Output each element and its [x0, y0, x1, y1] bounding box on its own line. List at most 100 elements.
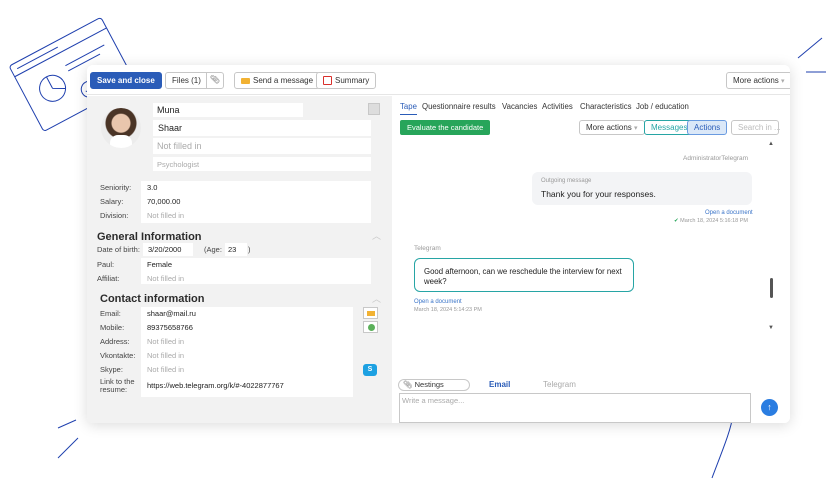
paperclip-icon: 📎︎: [205, 72, 223, 89]
feed-more-actions-label: More actions: [586, 123, 632, 132]
message-input-placeholder: Write a message...: [402, 396, 465, 405]
general-information-title: General Information: [97, 231, 202, 243]
incoming-message-line2: week?: [424, 277, 447, 286]
send-message-label: Send a message: [253, 76, 314, 85]
feed-panel: Tape Questionnaire results Vacancies Act…: [394, 96, 790, 423]
summary-button[interactable]: Summary: [316, 72, 377, 89]
toolbar: Save and close Files (1) 📎︎ Send a messa…: [87, 65, 790, 95]
incoming-message-bubble: Good afternoon, can we reschedule the in…: [414, 258, 634, 292]
vkontakte-label: Vkontakte:: [100, 351, 136, 360]
seniority-value[interactable]: 3.0: [147, 183, 157, 192]
tab-telegram[interactable]: Telegram: [543, 380, 576, 389]
mail-icon[interactable]: [363, 307, 378, 319]
files-label: Files (1): [172, 76, 201, 85]
middle-name-placeholder: Not filled in: [157, 141, 202, 151]
more-actions-button[interactable]: More actions ▾: [726, 72, 790, 89]
age-field: 23: [225, 243, 247, 256]
resume-label-line2: resume:: [100, 385, 128, 394]
age-label: (Age:: [204, 245, 222, 254]
outgoing-time: March 18, 2024 5:16:18 PM: [680, 218, 749, 224]
chevron-down-icon: ▾: [634, 125, 638, 132]
message-sender-telegram: Telegram: [414, 245, 441, 252]
tab-activities[interactable]: Activities: [542, 102, 573, 111]
address-value[interactable]: Not filled in: [147, 337, 184, 346]
feed-search-input[interactable]: Search in ...: [731, 120, 781, 135]
composer: 📎︎ Nestings Email Telegram Write a messa…: [394, 376, 790, 423]
edit-icon[interactable]: [368, 103, 380, 115]
chevron-up-icon[interactable]: ︿: [372, 292, 381, 305]
first-name-value: Muna: [157, 105, 180, 115]
age-value: 23: [228, 245, 237, 254]
summary-label: Summary: [335, 76, 370, 85]
actions-toggle[interactable]: Actions: [687, 120, 728, 135]
vkontakte-value[interactable]: Not filled in: [147, 351, 184, 360]
email-value[interactable]: shaar@mail.ru: [147, 309, 196, 318]
division-label: Division:: [100, 211, 129, 220]
message-feed[interactable]: ▲ ▼ AdministratorTelegram Outgoing messa…: [394, 141, 790, 376]
scroll-down-icon[interactable]: ▼: [768, 325, 774, 331]
resume-link[interactable]: https://web.telegram.org/k/#-4022877767: [147, 381, 284, 390]
resume-label: Link to the resume:: [100, 378, 135, 394]
pdf-icon: [323, 76, 332, 86]
skype-label: Skype:: [100, 365, 123, 374]
last-name-value: Shaar: [158, 123, 183, 133]
save-and-close-button[interactable]: Save and close: [90, 72, 162, 89]
arrow-up-icon: ↑: [767, 402, 772, 412]
incoming-message-line1: Good afternoon, can we reschedule the in…: [424, 267, 622, 276]
last-name-field[interactable]: Shaar: [153, 120, 371, 136]
contact-information-title: Contact information: [100, 293, 205, 305]
open-document-link[interactable]: Open a document: [705, 210, 753, 216]
mobile-label: Mobile:: [100, 323, 125, 332]
dob-label: Date of birth:: [97, 245, 140, 254]
salary-value[interactable]: 70,000.00: [147, 197, 180, 206]
position-field[interactable]: Psychologist: [153, 157, 371, 171]
dob-field[interactable]: 3/20/2000: [143, 243, 193, 256]
paperclip-icon: 📎︎: [403, 380, 415, 389]
nestings-label: Nestings: [414, 380, 444, 389]
seniority-label: Seniority:: [100, 183, 132, 192]
skype-icon[interactable]: S: [363, 364, 377, 376]
nestings-button[interactable]: 📎︎ Nestings: [398, 379, 470, 391]
email-label: Email:: [100, 309, 121, 318]
message-sender-administrator: AdministratorTelegram: [683, 155, 749, 162]
candidate-card: Save and close Files (1) 📎︎ Send a messa…: [87, 65, 790, 423]
scroll-up-icon[interactable]: ▲: [768, 141, 774, 147]
message-status: ✔ March 18, 2024 5:16:18 PM: [674, 218, 748, 224]
address-label: Address:: [100, 337, 130, 346]
division-value[interactable]: Not filled in: [147, 211, 184, 220]
open-document-link[interactable]: Open a document: [414, 299, 462, 305]
scrollbar-thumb[interactable]: [770, 278, 773, 298]
tab-email[interactable]: Email: [489, 380, 510, 389]
tab-questionnaire-results[interactable]: Questionnaire results: [422, 102, 496, 111]
chevron-up-icon[interactable]: ︿: [372, 229, 381, 242]
evaluate-candidate-button[interactable]: Evaluate the candidate: [400, 120, 491, 135]
avatar: [101, 108, 141, 148]
candidate-profile-panel: Muna Shaar Not filled in Psychologist Se…: [87, 96, 392, 423]
salary-label: Salary:: [100, 197, 124, 206]
affiliat-value[interactable]: Not filled in: [147, 274, 184, 283]
dob-value: 3/20/2000: [148, 245, 182, 254]
send-message-button[interactable]: Send a message: [234, 72, 321, 89]
first-name-field[interactable]: Muna: [153, 103, 303, 117]
phone-icon[interactable]: [363, 321, 378, 333]
affiliat-label: Affiliat:: [97, 274, 120, 283]
chevron-down-icon: ▾: [781, 78, 785, 85]
outgoing-message-label: Outgoing message: [541, 178, 592, 184]
middle-name-field[interactable]: Not filled in: [153, 138, 371, 154]
feed-more-actions-button[interactable]: More actions ▾: [579, 120, 645, 135]
age-close-paren: ): [248, 245, 251, 254]
message-input[interactable]: Write a message...: [399, 393, 751, 423]
skype-value[interactable]: Not filled in: [147, 365, 184, 374]
paul-label: Paul:: [97, 260, 115, 269]
tab-job-education[interactable]: Job / education: [636, 102, 689, 111]
files-button[interactable]: Files (1) 📎︎: [165, 72, 224, 89]
envelope-icon: [241, 77, 250, 84]
tab-characteristics[interactable]: Characteristics: [580, 102, 632, 111]
mobile-value[interactable]: 89375658766: [147, 323, 193, 332]
position-value: Psychologist: [157, 160, 200, 169]
tab-tape[interactable]: Tape: [400, 102, 417, 115]
paul-value[interactable]: Female: [147, 260, 172, 269]
send-button[interactable]: ↑: [761, 399, 778, 416]
tab-vacancies[interactable]: Vacancies: [502, 102, 537, 111]
outgoing-message-bubble: Outgoing message Thank you for your resp…: [532, 172, 752, 205]
